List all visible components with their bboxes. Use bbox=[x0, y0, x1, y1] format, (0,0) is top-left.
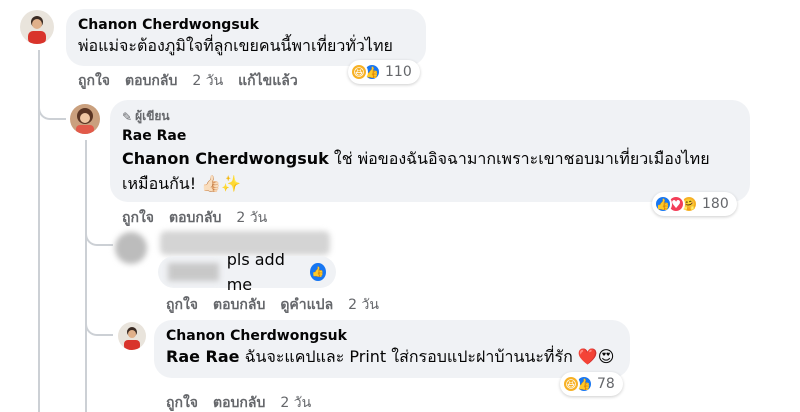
comment-text-line2: เหมือนกัน! 👍🏻✨ bbox=[122, 174, 242, 193]
haha-icon: 😆 bbox=[562, 375, 580, 393]
comment-text-line1: ใช่ พ่อของฉันอิจฉามากเพราะเขาชอบมาเที่ยว… bbox=[333, 149, 710, 168]
comment-text: Chanon Cherdwongsuk ใช่ พ่อของฉันอิจฉามา… bbox=[122, 146, 738, 196]
comment-author[interactable]: Rae Rae bbox=[122, 128, 738, 144]
thread-line bbox=[85, 140, 87, 412]
comment-text: พ่อแม่จะต้องภูมิใจที่ลูกเขยคนนี้พาเที่ยว… bbox=[78, 36, 393, 55]
comment-actions: ถูกใจ ตอบกลับ 2 วัน แก้ไขแล้ว bbox=[78, 70, 298, 92]
comment-actions: ถูกใจ ตอบกลับ 2 วัน bbox=[122, 207, 267, 229]
timestamp[interactable]: 2 วัน bbox=[192, 70, 223, 92]
reaction-count: 110 bbox=[385, 64, 412, 80]
translate-button[interactable]: ดูคำแปล bbox=[280, 294, 333, 316]
reaction-summary[interactable]: 😆 👍 110 bbox=[348, 60, 420, 84]
avatar-blurred[interactable] bbox=[115, 232, 147, 264]
timestamp[interactable]: 2 วัน bbox=[280, 392, 311, 412]
comment-actions: ถูกใจ ตอบกลับ 2 วัน bbox=[166, 392, 311, 412]
mention-link[interactable]: Chanon Cherdwongsuk bbox=[122, 149, 329, 168]
like-button[interactable]: ถูกใจ bbox=[166, 392, 198, 412]
reaction-summary[interactable]: 😆 👍 78 bbox=[560, 372, 623, 396]
reply-bubble: pls add me 👍 bbox=[158, 250, 336, 294]
like-icon[interactable]: 👍 bbox=[310, 263, 326, 281]
like-icon: 👍 bbox=[654, 195, 672, 213]
comment-text: pls add me bbox=[226, 250, 285, 294]
reply-button[interactable]: ตอบกลับ bbox=[169, 207, 221, 229]
haha-icon: 😆 bbox=[350, 63, 368, 81]
text-blurred bbox=[168, 263, 219, 281]
like-button[interactable]: ถูกใจ bbox=[78, 70, 110, 92]
reaction-count: 78 bbox=[597, 376, 615, 392]
timestamp[interactable]: 2 วัน bbox=[348, 294, 379, 316]
timestamp[interactable]: 2 วัน bbox=[236, 207, 267, 229]
mention-link[interactable]: Rae Rae bbox=[166, 347, 240, 366]
pencil-icon: ✎ bbox=[122, 109, 133, 124]
author-badge: ✎ ผู้เขียน bbox=[122, 107, 738, 126]
reply-button[interactable]: ตอบกลับ bbox=[213, 392, 265, 412]
author-badge-label: ผู้เขียน bbox=[135, 109, 170, 123]
reply-button[interactable]: ตอบกลับ bbox=[125, 70, 177, 92]
comment-text: Rae Rae ฉันจะแคปและ Print ใส่กรอบแปะฝาบ้… bbox=[166, 344, 618, 369]
edited-label[interactable]: แก้ไขแล้ว bbox=[238, 70, 298, 92]
like-button[interactable]: ถูกใจ bbox=[122, 207, 154, 229]
comment-author[interactable]: Chanon Cherdwongsuk bbox=[166, 328, 618, 344]
reply-bubble: Chanon Cherdwongsuk Rae Rae ฉันจะแคปและ … bbox=[154, 320, 630, 378]
avatar[interactable] bbox=[20, 10, 54, 44]
reaction-summary[interactable]: 👍 ♥ 🤗 180 bbox=[652, 192, 737, 216]
reply-bubble: ✎ ผู้เขียน Rae Rae Chanon Cherdwongsuk ใ… bbox=[110, 100, 750, 202]
avatar[interactable] bbox=[70, 104, 100, 134]
avatar[interactable] bbox=[118, 322, 146, 350]
comment-text-body: ฉันจะแคปและ Print ใส่กรอบแปะฝาบ้านนะที่ร… bbox=[244, 347, 615, 366]
comment-author[interactable]: Chanon Cherdwongsuk bbox=[78, 17, 414, 33]
like-button[interactable]: ถูกใจ bbox=[166, 294, 198, 316]
comment-bubble: Chanon Cherdwongsuk พ่อแม่จะต้องภูมิใจที… bbox=[66, 9, 426, 66]
comment-actions: ถูกใจ ตอบกลับ ดูคำแปล 2 วัน bbox=[166, 294, 379, 316]
thread-connector bbox=[85, 228, 113, 246]
reaction-count: 180 bbox=[702, 196, 729, 212]
thread-connector bbox=[85, 318, 113, 336]
thread-connector bbox=[38, 100, 66, 120]
reply-button[interactable]: ตอบกลับ bbox=[213, 294, 265, 316]
